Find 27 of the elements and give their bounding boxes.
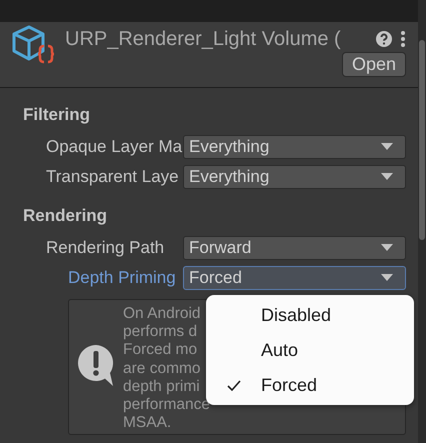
field-label: Transparent Laye — [45, 167, 180, 187]
help-text: performs d — [123, 323, 198, 342]
caret-icon — [381, 173, 393, 181]
section-header: Rendering — [23, 205, 108, 227]
help-text: are commo — [123, 360, 202, 378]
menu-item[interactable]: Auto — [206, 332, 414, 368]
dropdown-field[interactable]: Forward — [183, 236, 406, 260]
dropdown-field[interactable]: Everything — [183, 165, 406, 189]
asset-title: URP_Renderer_Light Volume ( — [65, 28, 342, 50]
section-header: Filtering — [23, 104, 92, 126]
more-icon[interactable] — [400, 30, 406, 48]
caret-icon — [381, 274, 393, 282]
dropdown-field[interactable]: Forced — [183, 266, 406, 290]
open-button[interactable]: Open — [342, 52, 406, 77]
caret-icon — [381, 143, 393, 151]
help-text: Forced mo — [123, 341, 198, 360]
field-label: Rendering Path — [45, 238, 166, 258]
scrollbar[interactable] — [418, 0, 426, 443]
menu-item[interactable]: Disabled — [206, 298, 414, 332]
help-text: MSAA. — [123, 414, 172, 432]
help-text: depth primi — [123, 378, 201, 396]
field-label: Opaque Layer Ma — [45, 137, 183, 157]
caret-icon — [381, 244, 393, 252]
field-label: Depth Priming — [67, 268, 177, 288]
dropdown-field[interactable]: Everything — [183, 135, 406, 159]
help-icon[interactable] — [376, 31, 392, 47]
help-text: On Android — [123, 305, 202, 324]
